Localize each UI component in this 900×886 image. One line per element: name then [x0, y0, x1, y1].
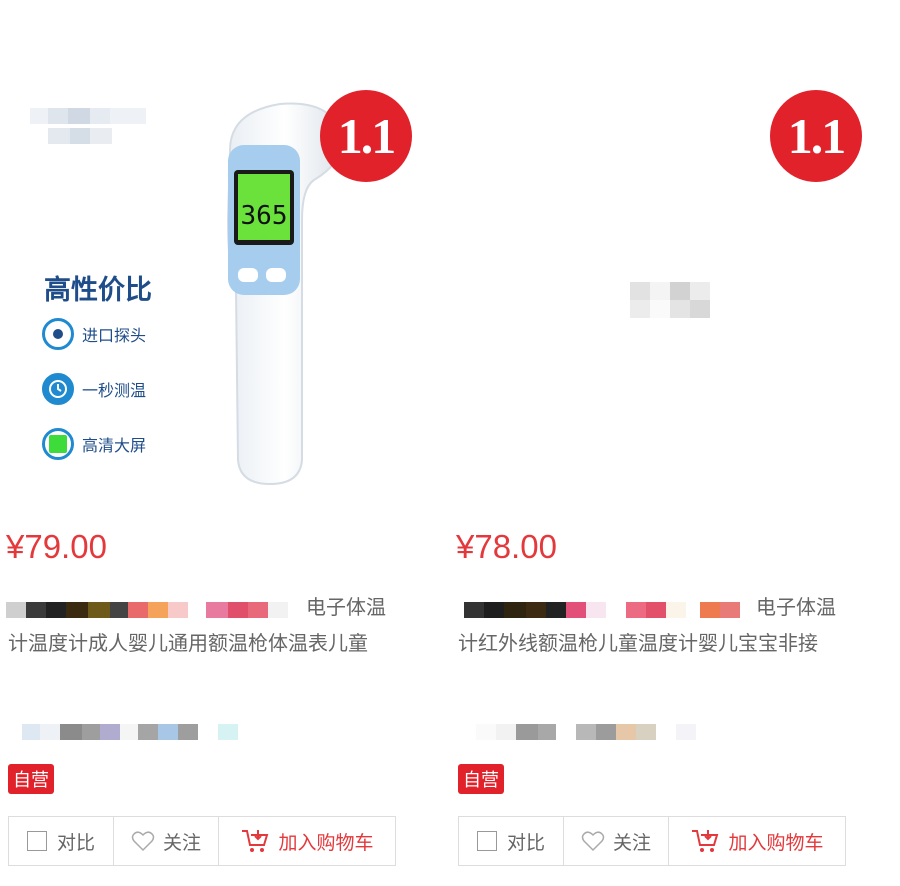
probe-icon — [42, 318, 74, 350]
feature-label: 进口探头 — [82, 326, 147, 345]
product-image[interactable]: 高性价比 进口探头 一秒测温 高清大屏 365 — [0, 0, 440, 500]
add-to-cart-button[interactable]: 加入购物车 — [219, 817, 395, 865]
blurred-shop — [476, 724, 696, 740]
title-text: 计温度计成人婴儿通用额温枪体温表儿童 — [8, 631, 368, 655]
feature-item: 高清大屏 — [42, 428, 146, 460]
display-reading: 365 — [241, 201, 288, 231]
blurred-shop — [22, 724, 238, 740]
blurred-title — [6, 602, 288, 618]
title-text: 计红外线额温枪儿童温度计婴儿宝宝非接 — [458, 631, 818, 655]
heart-icon — [581, 830, 605, 852]
follow-button[interactable]: 关注 — [564, 817, 669, 865]
clock-icon — [42, 373, 74, 405]
promo-badge: 1.1 — [770, 90, 862, 182]
compare-checkbox[interactable] — [476, 831, 497, 851]
compare-label: 对比 — [56, 831, 95, 854]
product-card[interactable]: 1.1 ¥78.00 电子体温 计红外线额温枪儿童温度计婴儿宝宝非接 自营 对比… — [450, 0, 890, 886]
blurred-image — [630, 282, 710, 300]
cart-label: 加入购物车 — [278, 831, 374, 854]
compare-button[interactable]: 对比 — [9, 817, 114, 865]
compare-button[interactable]: 对比 — [459, 817, 564, 865]
screen-icon — [42, 428, 74, 460]
title-text: 电子体温 — [306, 595, 386, 619]
cart-icon — [240, 828, 270, 854]
compare-checkbox[interactable] — [26, 831, 47, 851]
feature-item: 进口探头 — [42, 318, 146, 350]
add-to-cart-button[interactable]: 加入购物车 — [669, 817, 845, 865]
blurred-image — [630, 300, 710, 318]
compare-label: 对比 — [506, 831, 545, 854]
promo-badge: 1.1 — [320, 90, 412, 182]
cart-icon — [690, 828, 720, 854]
product-image[interactable] — [450, 0, 890, 500]
blurred-title — [464, 602, 740, 618]
blurred-text — [48, 128, 112, 144]
feature-heading: 高性价比 — [44, 275, 152, 306]
price: ¥78.00 — [456, 528, 557, 565]
self-operated-tag: 自营 — [458, 764, 504, 794]
product-card[interactable]: 高性价比 进口探头 一秒测温 高清大屏 365 1.1 ¥79.00 电子体温 … — [0, 0, 440, 886]
follow-button[interactable]: 关注 — [114, 817, 219, 865]
blurred-text — [30, 108, 146, 124]
feature-label: 高清大屏 — [82, 436, 147, 455]
action-bar: 对比 关注 加入购物车 — [458, 816, 846, 866]
title-text: 电子体温 — [756, 595, 836, 619]
follow-label: 关注 — [612, 831, 651, 854]
self-operated-tag: 自营 — [8, 764, 54, 794]
action-bar: 对比 关注 加入购物车 — [8, 816, 396, 866]
feature-label: 一秒测温 — [82, 381, 147, 400]
price: ¥79.00 — [6, 528, 107, 565]
follow-label: 关注 — [162, 831, 201, 854]
feature-item: 一秒测温 — [42, 373, 146, 405]
cart-label: 加入购物车 — [728, 831, 824, 854]
heart-icon — [131, 830, 155, 852]
